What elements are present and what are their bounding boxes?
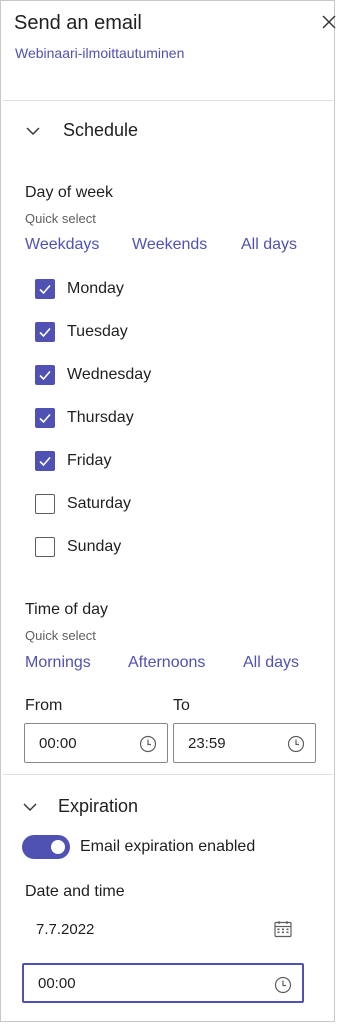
checkbox[interactable]: [35, 365, 55, 385]
email-expiration-toggle[interactable]: [22, 835, 70, 859]
toggle-knob: [51, 840, 65, 854]
divider: [3, 100, 333, 101]
afternoons-link[interactable]: Afternoons: [128, 654, 205, 672]
expiration-title: Expiration: [58, 796, 139, 816]
expiration-time-input[interactable]: 00:00: [22, 963, 304, 1003]
clock-icon[interactable]: [139, 735, 157, 753]
day-label: Wednesday: [67, 366, 152, 383]
day-checkbox-row[interactable]: Sunday: [35, 537, 121, 557]
checkmark-icon: [39, 327, 51, 338]
to-time-input[interactable]: 23:59: [173, 723, 316, 763]
toggle-label: Email expiration enabled: [80, 838, 256, 855]
weekends-link[interactable]: Weekends: [132, 236, 207, 254]
day-label: Friday: [67, 452, 112, 469]
checkbox[interactable]: [35, 494, 55, 514]
expiration-section-header[interactable]: Expiration: [22, 796, 138, 817]
calendar-icon[interactable]: [273, 919, 293, 939]
day-checkbox-row[interactable]: Saturday: [35, 494, 131, 514]
panel-title: Send an email: [14, 12, 142, 34]
from-label: From: [25, 697, 63, 714]
chevron-down-icon: [26, 127, 40, 135]
divider: [3, 774, 333, 775]
day-label: Sunday: [67, 538, 122, 555]
day-checkbox-row[interactable]: Monday: [35, 279, 124, 299]
to-label: To: [173, 697, 190, 714]
day-checkbox-row[interactable]: Tuesday: [35, 322, 128, 342]
clock-icon[interactable]: [287, 735, 305, 753]
to-time-value: 23:59: [188, 734, 226, 752]
day-quick-select-label: Quick select: [25, 211, 96, 226]
checkbox[interactable]: [35, 408, 55, 428]
day-checkbox-row[interactable]: Wednesday: [35, 365, 151, 385]
checkmark-icon: [39, 456, 51, 467]
checkmark-icon: [39, 413, 51, 424]
checkmark-icon: [39, 370, 51, 381]
all-days-link[interactable]: All days: [241, 236, 297, 254]
day-of-week-label: Day of week: [25, 184, 114, 201]
checkbox[interactable]: [35, 322, 55, 342]
from-time-value: 00:00: [39, 734, 77, 752]
clock-icon[interactable]: [274, 976, 292, 994]
schedule-section-header[interactable]: Schedule: [25, 120, 138, 141]
checkbox[interactable]: [35, 279, 55, 299]
day-checkbox-row[interactable]: Friday: [35, 451, 111, 471]
schedule-title: Schedule: [63, 120, 139, 140]
checkmark-icon: [39, 284, 51, 295]
time-quick-select-label: Quick select: [25, 628, 96, 643]
chevron-down-icon: [23, 803, 37, 811]
all-day-times-link[interactable]: All days: [243, 654, 299, 672]
journey-subtitle-link[interactable]: Webinaari-ilmoittautuminen: [15, 45, 184, 61]
day-label: Saturday: [67, 495, 132, 512]
mornings-link[interactable]: Mornings: [25, 654, 91, 672]
checkbox[interactable]: [35, 451, 55, 471]
checkbox[interactable]: [35, 537, 55, 557]
close-icon[interactable]: [320, 13, 337, 31]
expiration-date-input[interactable]: 7.7.2022: [36, 921, 94, 938]
day-label: Monday: [67, 280, 124, 297]
day-checkbox-row[interactable]: Thursday: [35, 408, 134, 428]
date-and-time-label: Date and time: [25, 883, 125, 900]
day-label: Tuesday: [67, 323, 128, 340]
from-time-input[interactable]: 00:00: [24, 723, 168, 763]
time-of-day-label: Time of day: [25, 601, 108, 618]
day-label: Thursday: [67, 409, 134, 426]
expiration-time-value: 00:00: [38, 974, 76, 992]
weekdays-link[interactable]: Weekdays: [25, 236, 99, 254]
